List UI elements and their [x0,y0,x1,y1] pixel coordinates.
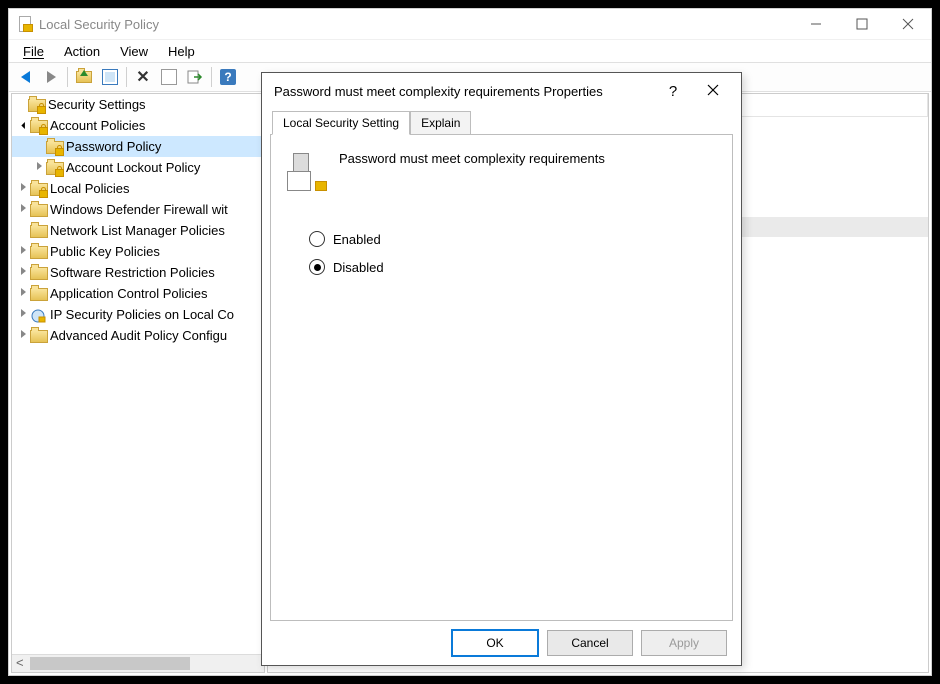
dialog-title: Password must meet complexity requiremen… [274,84,653,99]
minimize-button[interactable] [793,9,839,39]
properties-button[interactable] [98,65,122,89]
dialog-titlebar: Password must meet complexity requiremen… [262,73,741,109]
tree-label: Local Policies [50,181,130,196]
menu-help[interactable]: Help [158,41,205,62]
folder-icon [30,329,46,343]
folder-icon [30,245,46,259]
dialog-tabs: Local Security Setting Explain [262,109,741,134]
tree-label: Account Policies [50,118,145,133]
back-button[interactable] [13,65,37,89]
ipsec-icon [30,308,46,322]
folder-icon [30,182,46,196]
tree-item-account-policies[interactable]: Account Policies [12,115,264,136]
tree-label: Password Policy [66,139,161,154]
menubar: File Action View Help [9,39,931,62]
tree-label: Network List Manager Policies [50,223,225,238]
dialog-body: Password must meet complexity requiremen… [270,134,733,621]
close-button[interactable] [885,9,931,39]
tab-explain[interactable]: Explain [410,111,471,135]
folder-icon [30,224,46,238]
tree-item-advanced-audit[interactable]: Advanced Audit Policy Configu [12,325,264,346]
tree-item-public-key[interactable]: Public Key Policies [12,241,264,262]
menu-view[interactable]: View [110,41,158,62]
tree-label: Account Lockout Policy [66,160,200,175]
tree-label: Software Restriction Policies [50,265,215,280]
tree-root[interactable]: Security Settings [12,94,264,115]
properties-dialog: Password must meet complexity requiremen… [261,72,742,666]
tree-item-application-control[interactable]: Application Control Policies [12,283,264,304]
tree-label: Public Key Policies [50,244,160,259]
tree-label: Application Control Policies [50,286,208,301]
forward-button[interactable] [39,65,63,89]
tree-label: Advanced Audit Policy Configu [50,328,227,343]
titlebar: Local Security Policy [9,9,931,39]
tree-label: Windows Defender Firewall wit [50,202,228,217]
option-label: Enabled [333,232,381,247]
window-title: Local Security Policy [39,17,159,32]
tree-item-ip-security[interactable]: IP Security Policies on Local Co [12,304,264,325]
option-disabled[interactable]: Disabled [309,259,716,275]
tree-item-local-policies[interactable]: Local Policies [12,178,264,199]
policy-name: Password must meet complexity requiremen… [339,151,605,166]
refresh-button[interactable] [157,65,181,89]
app-icon [17,16,33,32]
tab-local-security-setting[interactable]: Local Security Setting [272,111,410,135]
dialog-close-button[interactable] [693,83,733,100]
radio-group: Enabled Disabled [309,231,716,275]
folder-icon [30,266,46,280]
cancel-button[interactable]: Cancel [547,630,633,656]
folder-icon [46,140,62,154]
radio-icon [309,259,325,275]
security-settings-icon [28,98,44,112]
radio-icon [309,231,325,247]
folder-icon [46,161,62,175]
folder-icon [30,287,46,301]
dialog-buttons: OK Cancel Apply [262,621,741,665]
tree-item-software-restriction[interactable]: Software Restriction Policies [12,262,264,283]
option-enabled[interactable]: Enabled [309,231,716,247]
folder-icon [30,203,46,217]
tree-label: Security Settings [48,97,146,112]
policy-icon [287,151,327,191]
horizontal-scrollbar[interactable]: < [12,654,264,672]
dialog-help-button[interactable]: ? [653,83,693,100]
folder-icon [30,119,46,133]
delete-button[interactable]: ✕ [131,65,155,89]
nav-tree[interactable]: Security Settings Account Policies Passw… [11,93,265,673]
apply-button: Apply [641,630,727,656]
menu-file[interactable]: File [13,41,54,62]
tree-label: IP Security Policies on Local Co [50,307,234,322]
tree-item-password-policy[interactable]: Password Policy [12,136,264,157]
maximize-button[interactable] [839,9,885,39]
up-button[interactable] [72,65,96,89]
ok-button[interactable]: OK [451,629,539,657]
tree-item-network-list[interactable]: Network List Manager Policies [12,220,264,241]
tree-item-defender-firewall[interactable]: Windows Defender Firewall wit [12,199,264,220]
export-button[interactable] [183,65,207,89]
tree-item-account-lockout-policy[interactable]: Account Lockout Policy [12,157,264,178]
option-label: Disabled [333,260,384,275]
menu-action[interactable]: Action [54,41,110,62]
help-button[interactable]: ? [216,65,240,89]
